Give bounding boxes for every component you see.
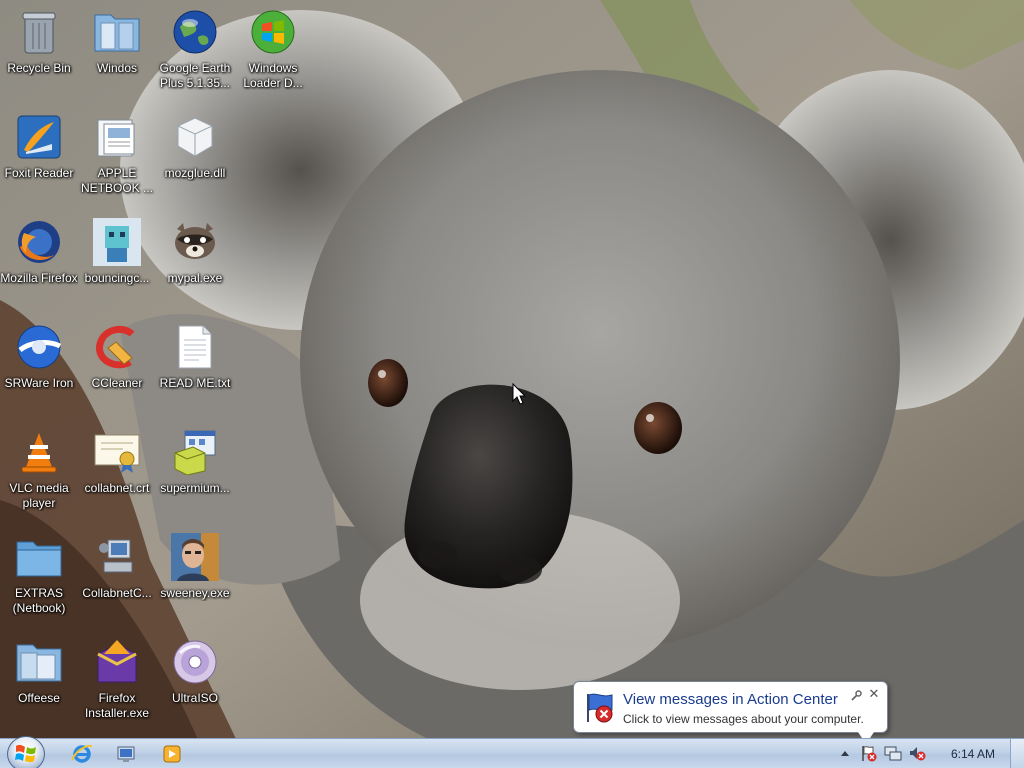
- desktop-icon-label: mypal.exe: [167, 271, 223, 285]
- desktop-icon-bouncingc[interactable]: bouncingc...: [78, 214, 156, 314]
- desktop-icon-label: Foxit Reader: [4, 166, 74, 180]
- action-center-icon[interactable]: [860, 744, 878, 762]
- desktop-icon-label: collabnet.crt: [84, 481, 150, 495]
- desktop-icon-label: Firefox Installer.exe: [84, 691, 150, 720]
- action-center-flag-icon: [587, 693, 613, 723]
- taskbar: 6:14 AM: [0, 736, 1024, 768]
- media-player-icon: [163, 745, 181, 763]
- desktop-icon-label: Windows Loader D...: [243, 61, 303, 90]
- desktop-icon-label: READ ME.txt: [159, 376, 231, 390]
- mouse-cursor: [512, 383, 526, 405]
- desktop-icon-windows-loader[interactable]: Windows Loader D...: [234, 4, 312, 104]
- desktop-icon-offeese[interactable]: Offeese: [0, 634, 78, 734]
- mypal-icon: [171, 218, 219, 266]
- folder-icon: [15, 533, 63, 581]
- desktop-icon-label: APPLE NETBOOK ...: [80, 166, 153, 195]
- desktop-icon-label: Mozilla Firefox: [0, 271, 78, 285]
- notification-title[interactable]: View messages in Action Center: [623, 691, 838, 708]
- start-button[interactable]: [7, 736, 45, 768]
- desktop-icon-label: Windos: [96, 61, 137, 75]
- taskbar-pin-windows-explorer[interactable]: [106, 741, 146, 767]
- desktop-icon-label: Recycle Bin: [7, 61, 71, 75]
- taskbar-pin-internet-explorer[interactable]: [62, 741, 102, 767]
- desktop-icon-apple-netbook[interactable]: APPLE NETBOOK ...: [78, 109, 156, 209]
- desktop-icon-label: EXTRAS (Netbook): [12, 586, 66, 615]
- desktop-icon-supermium[interactable]: supermium...: [156, 424, 234, 524]
- ultraiso-icon: [171, 638, 219, 686]
- bouncing-icon: [93, 218, 141, 266]
- desktop-icon-label: CCleaner: [91, 376, 143, 390]
- close-icon[interactable]: ✕: [866, 687, 882, 703]
- show-hidden-icons-icon[interactable]: [836, 744, 854, 762]
- srware-iron-icon: [15, 323, 63, 371]
- desktop-icon-label: SRWare Iron: [4, 376, 74, 390]
- desktop-icon-recycle-bin[interactable]: Recycle Bin: [0, 4, 78, 104]
- network-icon[interactable]: [884, 744, 902, 762]
- windows-loader-icon: [249, 8, 297, 56]
- firefox-icon: [15, 218, 63, 266]
- internet-explorer-icon: [71, 744, 93, 763]
- desktop-icon-windos[interactable]: Windos: [78, 4, 156, 104]
- desktop-icon-vlc-media-player[interactable]: VLC media player: [0, 424, 78, 524]
- recycle-bin-icon: [15, 8, 63, 56]
- desktop-icon-label: Google Earth Plus 5.1.35...: [159, 61, 231, 90]
- notification-body[interactable]: Click to view messages about your comput…: [623, 712, 864, 726]
- desktop-icon-firefox-installer[interactable]: Firefox Installer.exe: [78, 634, 156, 734]
- action-center-notification[interactable]: View messages in Action Center Click to …: [573, 681, 888, 744]
- sweeney-icon: [171, 533, 219, 581]
- desktop-icon-label: supermium...: [160, 481, 230, 495]
- taskbar-pin-media-player[interactable]: [152, 741, 192, 767]
- desktop-icon-mozglue-dll[interactable]: mozglue.dll: [156, 109, 234, 209]
- vlc-icon: [15, 428, 63, 476]
- taskbar-clock[interactable]: 6:14 AM: [936, 739, 1010, 768]
- desktop-icon-google-earth[interactable]: Google Earth Plus 5.1.35...: [156, 4, 234, 104]
- desktop-icon-label: VLC media player: [9, 481, 69, 510]
- options-icon[interactable]: [850, 690, 862, 702]
- desktop-icon-ultraiso[interactable]: UltraISO: [156, 634, 234, 734]
- installer-icon: [171, 428, 219, 476]
- desktop-icon-foxit-reader[interactable]: Foxit Reader: [0, 109, 78, 209]
- firefox-installer-icon: [93, 638, 141, 686]
- windos-icon: [93, 8, 141, 56]
- desktop-icon-read-me-txt[interactable]: READ ME.txt: [156, 319, 234, 419]
- desktop-icon-label: CollabnetC...: [82, 586, 152, 600]
- certificate-icon: [93, 428, 141, 476]
- desktop-icon-label: bouncingc...: [84, 271, 150, 285]
- desktop-icon-srware-iron[interactable]: SRWare Iron: [0, 319, 78, 419]
- ccleaner-icon: [93, 323, 141, 371]
- show-desktop-button[interactable]: [1010, 739, 1024, 768]
- desktop-icon-label: mozglue.dll: [164, 166, 226, 180]
- google-earth-icon: [171, 8, 219, 56]
- desktop-icon-extras-netbook[interactable]: EXTRAS (Netbook): [0, 529, 78, 629]
- desktop-icon-mozilla-firefox[interactable]: Mozilla Firefox: [0, 214, 78, 314]
- windows-logo-icon: [15, 744, 36, 763]
- foxit-reader-icon: [15, 113, 63, 161]
- desktop-icon-collabnetc[interactable]: CollabnetC...: [78, 529, 156, 629]
- dll-file-icon: [171, 113, 219, 161]
- desktop-icon-ccleaner[interactable]: CCleaner: [78, 319, 156, 419]
- desktop-icon-label: Offeese: [18, 691, 60, 705]
- text-file-icon: [171, 323, 219, 371]
- desktop-icon-mypal[interactable]: mypal.exe: [156, 214, 234, 314]
- desktop-icon-collabnet-crt[interactable]: collabnet.crt: [78, 424, 156, 524]
- windows-explorer-icon: [117, 746, 135, 762]
- collabnet-icon: [93, 533, 141, 581]
- desktop-icon-sweeney[interactable]: sweeney.exe: [156, 529, 234, 629]
- desktop-icon-label: UltraISO: [171, 691, 218, 705]
- desktop-icon-label: sweeney.exe: [160, 586, 230, 600]
- volume-muted-icon[interactable]: [908, 744, 926, 762]
- offeese-icon: [15, 638, 63, 686]
- apple-netbook-icon: [93, 113, 141, 161]
